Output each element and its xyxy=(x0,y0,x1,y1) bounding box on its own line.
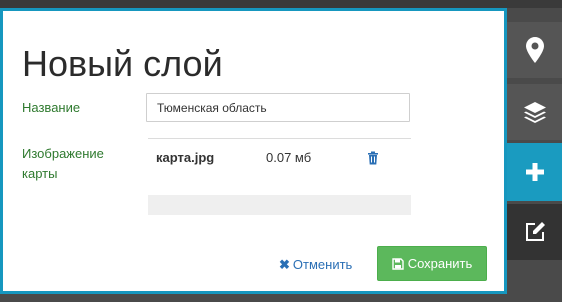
divider xyxy=(148,138,411,139)
upload-dropzone[interactable] xyxy=(148,195,411,215)
top-bar xyxy=(0,0,562,8)
floppy-disk-icon xyxy=(391,258,404,270)
edit-icon xyxy=(525,222,545,241)
toolbar-edit-button[interactable] xyxy=(507,204,562,260)
close-icon: ✖ xyxy=(279,257,290,272)
cancel-button[interactable]: ✖ Отменить xyxy=(279,255,352,275)
save-button[interactable]: Сохранить xyxy=(377,246,487,281)
layers-icon xyxy=(523,102,546,123)
dialog-title: Новый слой xyxy=(22,43,223,84)
cancel-label: Отменить xyxy=(292,257,353,272)
file-name: карта.jpg xyxy=(156,150,215,165)
trash-icon[interactable] xyxy=(367,151,379,165)
toolbar-marker-button[interactable] xyxy=(507,22,562,78)
map-marker-icon xyxy=(525,37,544,63)
file-size: 0.07 мб xyxy=(266,150,312,165)
name-label: Название xyxy=(22,100,81,115)
file-list: карта.jpg 0.07 мб xyxy=(148,138,411,218)
save-label: Сохранить xyxy=(407,256,473,271)
toolbar-layers-button[interactable] xyxy=(507,84,562,140)
right-toolbar xyxy=(507,8,562,302)
file-row: карта.jpg 0.07 мб xyxy=(148,148,411,170)
name-input[interactable] xyxy=(146,93,410,122)
image-label: Изображение карты xyxy=(22,146,104,181)
toolbar-add-button[interactable] xyxy=(507,143,562,201)
plus-icon xyxy=(525,163,544,181)
new-layer-dialog: Новый слой Название Изображение карты ка… xyxy=(0,8,507,294)
